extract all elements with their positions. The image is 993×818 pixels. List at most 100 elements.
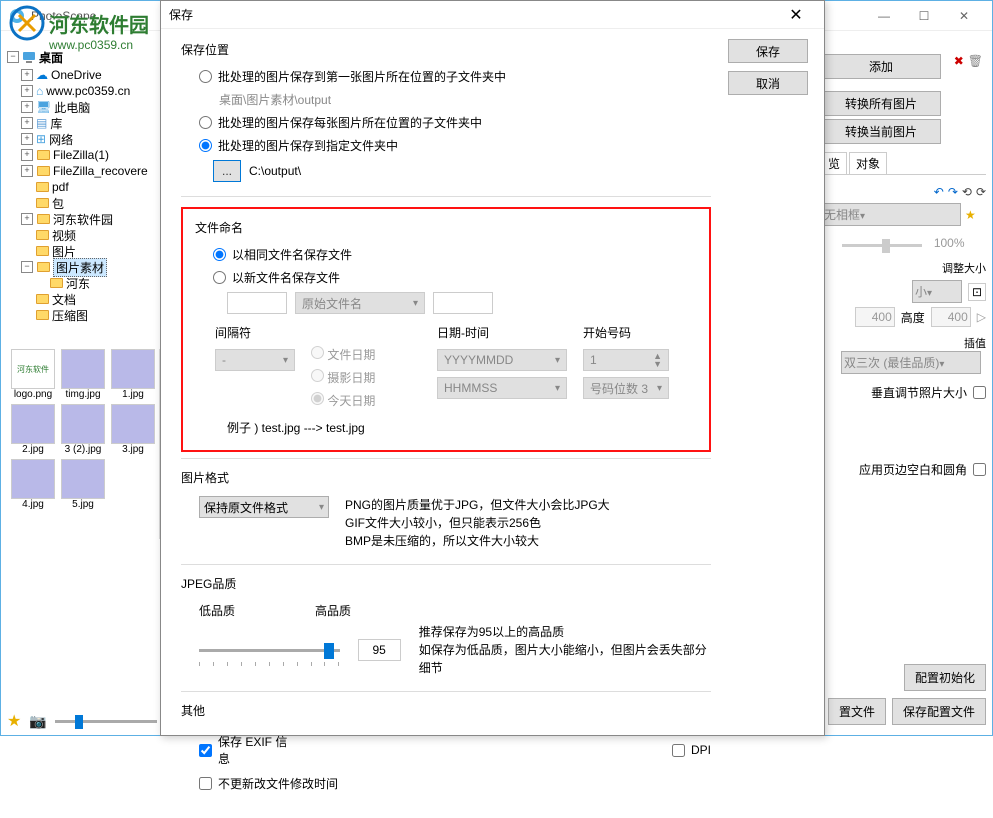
tree-item[interactable]: 河东 — [66, 275, 90, 292]
convert-current-button[interactable]: 转换当前图片 — [821, 119, 941, 144]
size-preset-select[interactable]: 小▾ — [912, 280, 962, 303]
jpeg-quality-slider[interactable] — [199, 638, 340, 662]
vert-adjust-checkbox[interactable] — [973, 386, 986, 399]
rotate-icon[interactable]: ⟲ — [962, 185, 972, 199]
tree-item[interactable]: pdf — [52, 180, 69, 194]
interp-title: 插值 — [821, 335, 986, 351]
tree-item[interactable]: FileZilla(1) — [53, 148, 109, 162]
time-format-select[interactable]: HHMMSS▾ — [437, 377, 567, 399]
mtime-checkbox[interactable] — [199, 777, 212, 790]
width-input[interactable] — [855, 307, 895, 327]
add-button[interactable]: 添加 — [821, 54, 941, 79]
prefix-input[interactable] — [227, 292, 287, 314]
thumbnail[interactable] — [61, 459, 105, 499]
thumbnail[interactable] — [11, 459, 55, 499]
star-icon[interactable]: ★ — [7, 711, 21, 731]
mtime-checkbox-row[interactable]: 不更新改文件修改时间 — [199, 775, 711, 792]
radio-loc-custom[interactable] — [199, 139, 212, 152]
tree-item[interactable]: 河东软件园 — [53, 211, 113, 228]
thumbnail[interactable] — [111, 349, 155, 389]
thumbnail[interactable] — [61, 404, 105, 444]
zoom-slider-mini[interactable] — [55, 720, 157, 723]
dpi-checkbox-row[interactable]: DPI — [672, 733, 711, 767]
format-select[interactable]: 保持原文件格式▾ — [199, 496, 329, 518]
radio-name-same[interactable] — [213, 248, 226, 261]
tree-collapse-icon[interactable]: − — [7, 51, 19, 63]
thumb-label: 2.jpg — [11, 444, 55, 455]
radio-today-date[interactable]: 今天日期 — [311, 392, 421, 409]
radio-file-date[interactable]: 文件日期 — [311, 346, 421, 363]
jpeg-quality-value[interactable]: 95 — [358, 639, 401, 661]
digits-select[interactable]: 号码位数 3▾ — [583, 377, 669, 399]
tree-expand-icon[interactable]: + — [21, 213, 33, 225]
convert-all-button[interactable]: 转换所有图片 — [821, 91, 941, 116]
tree-item[interactable]: 压缩图 — [52, 307, 88, 324]
chevron-down-icon: ▾ — [413, 298, 418, 309]
camera-icon[interactable]: 📷 — [29, 713, 46, 730]
tree-item[interactable]: 库 — [50, 115, 62, 132]
tree-item[interactable]: OneDrive — [51, 68, 102, 82]
frame-select[interactable]: 无相框▾ — [821, 203, 961, 226]
tree-expand-icon[interactable]: + — [21, 69, 33, 81]
bottom-toolbar: ★ 📷 — [7, 711, 157, 731]
low-quality-label: 低品质 — [199, 602, 235, 619]
config-init-button[interactable]: 配置初始化 — [904, 664, 986, 691]
thumbnail[interactable] — [11, 404, 55, 444]
jpeg-quality-header: JPEG品质 — [181, 575, 711, 592]
window-maximize[interactable]: ☐ — [904, 2, 944, 30]
tree-expand-icon[interactable]: + — [21, 101, 33, 113]
window-minimize[interactable]: — — [864, 2, 904, 30]
tree-expand-icon[interactable]: + — [21, 117, 33, 129]
browse-button[interactable]: ... — [213, 160, 241, 182]
link-icon[interactable]: ⊡ — [968, 283, 986, 301]
window-close[interactable]: ✕ — [944, 2, 984, 30]
original-name-select[interactable]: 原始文件名▾ — [295, 292, 425, 314]
radio-shot-date[interactable]: 摄影日期 — [311, 369, 421, 386]
folder-tree[interactable]: −桌面 +☁OneDrive +⌂www.pc0359.cn +🖥此电脑 +▤库… — [7, 49, 159, 339]
dpi-checkbox[interactable] — [672, 744, 685, 757]
tree-item[interactable]: 网络 — [49, 131, 73, 148]
chevron-down-icon: ▾ — [939, 359, 944, 370]
thumbnail[interactable]: 河东软件 — [11, 349, 55, 389]
watermark: 河东软件园 www.pc0359.cn — [11, 9, 149, 52]
exif-checkbox[interactable] — [199, 744, 212, 757]
tree-expand-icon[interactable]: + — [21, 85, 33, 97]
tree-expand-icon[interactable]: + — [21, 149, 33, 161]
radio-name-new[interactable] — [213, 271, 226, 284]
date-format-select[interactable]: YYYYMMDD▾ — [437, 349, 567, 371]
save-location-header: 保存位置 — [181, 41, 711, 58]
tree-collapse-icon[interactable]: − — [21, 261, 33, 273]
trash-icon[interactable]: 🗑 — [968, 54, 983, 68]
delete-icon[interactable]: ✖ — [954, 54, 964, 68]
thumbnail[interactable] — [111, 404, 155, 444]
dialog-close-button[interactable]: ✕ — [776, 2, 816, 28]
interp-select[interactable]: 双三次 (最佳品质)▾ — [841, 351, 981, 374]
redo-icon[interactable]: ↷ — [948, 185, 958, 199]
tree-expand-icon[interactable]: + — [21, 165, 33, 177]
height-input[interactable] — [931, 307, 971, 327]
play-icon[interactable]: ▷ — [977, 310, 986, 324]
tree-item[interactable]: www.pc0359.cn — [46, 84, 130, 98]
save-config-button[interactable]: 保存配置文件 — [892, 698, 986, 725]
exif-checkbox-row[interactable]: 保存 EXIF 信息 — [199, 733, 292, 767]
thumbnail[interactable] — [61, 349, 105, 389]
tree-item[interactable]: 包 — [52, 195, 64, 212]
margin-checkbox[interactable] — [973, 463, 986, 476]
radio-loc-each[interactable] — [199, 116, 212, 129]
separator-label: 间隔符 — [215, 324, 295, 341]
tree-expand-icon[interactable]: + — [21, 133, 33, 145]
suffix-input[interactable] — [433, 292, 493, 314]
tree-item[interactable]: 视频 — [52, 227, 76, 244]
star-icon[interactable]: ★ — [965, 208, 976, 222]
undo-icon[interactable]: ↶ — [934, 185, 944, 199]
slider-thumb[interactable] — [324, 643, 334, 659]
separator-select[interactable]: -▾ — [215, 349, 295, 371]
tab-object[interactable]: 对象 — [849, 152, 887, 174]
tree-item[interactable]: FileZilla_recovere — [53, 164, 148, 178]
radio-loc-first[interactable] — [199, 70, 212, 83]
rotate-icon[interactable]: ⟳ — [976, 185, 986, 199]
tree-item[interactable]: 此电脑 — [54, 99, 90, 116]
config-file-button[interactable]: 置文件 — [828, 698, 886, 725]
tree-item[interactable]: 文档 — [52, 291, 76, 308]
start-number-input[interactable]: 1▲▼ — [583, 349, 669, 371]
